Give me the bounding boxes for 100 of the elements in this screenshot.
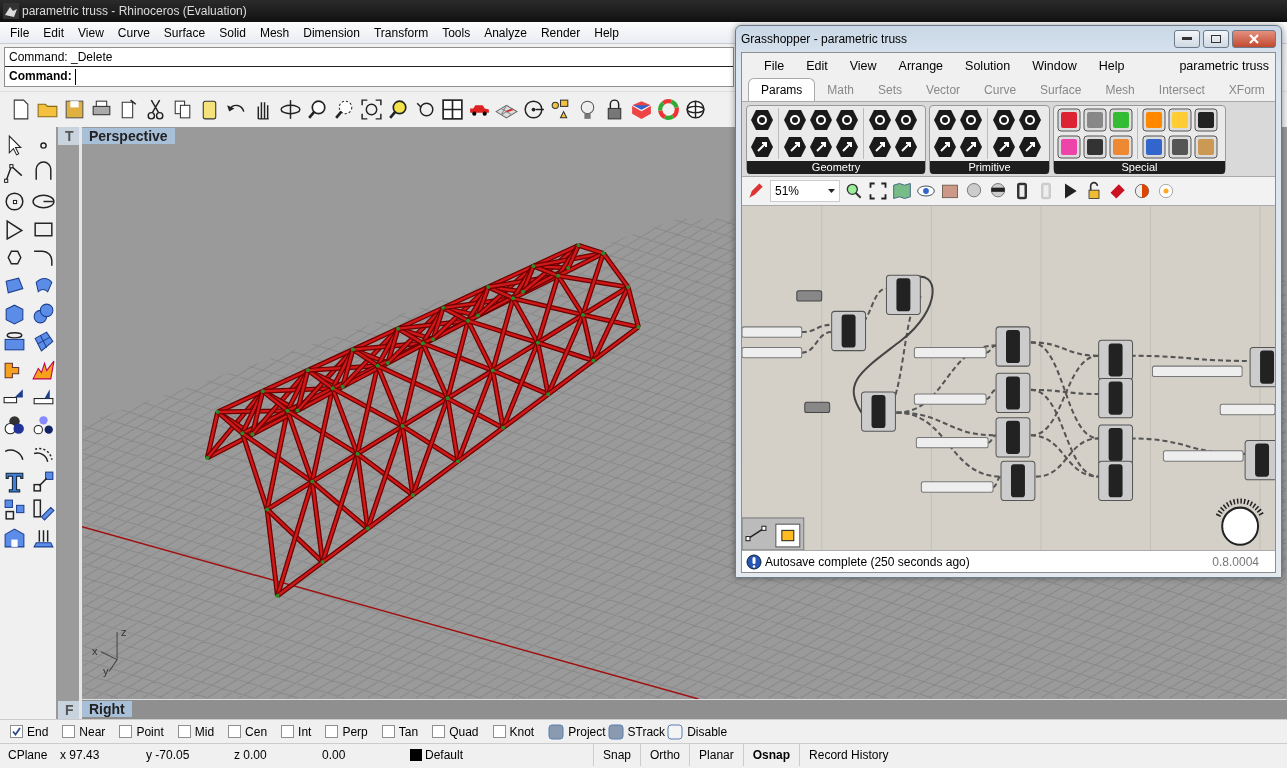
param-hexagon-icon[interactable] (750, 135, 774, 159)
color-wheel-icon[interactable] (656, 97, 681, 122)
param-node[interactable] (796, 290, 823, 302)
slider-node[interactable] (913, 347, 987, 359)
checkbox[interactable] (492, 725, 506, 738)
checkbox[interactable] (381, 725, 395, 738)
component-node[interactable] (995, 417, 1031, 458)
param-hexagon-icon[interactable] (1018, 135, 1042, 159)
component-node[interactable] (1098, 339, 1134, 381)
maximize-button[interactable] (1203, 30, 1229, 48)
component-tile-icon[interactable] (1057, 135, 1081, 159)
map-icon[interactable] (892, 181, 912, 201)
spheres-icon[interactable] (31, 301, 56, 326)
component-tile-icon[interactable] (1168, 135, 1192, 159)
menu-item[interactable]: File (764, 56, 785, 76)
param-hexagon-icon[interactable] (933, 108, 957, 132)
component-tile-icon[interactable] (1194, 108, 1218, 132)
skew-icon[interactable] (31, 497, 56, 522)
point-circle-icon[interactable] (521, 97, 546, 122)
scale-icon[interactable] (31, 469, 56, 494)
slider-node[interactable] (1162, 450, 1244, 462)
param-hexagon-icon[interactable] (868, 108, 892, 132)
checkbox[interactable] (10, 725, 23, 738)
checkbox[interactable] (281, 725, 295, 738)
param-node[interactable] (804, 401, 831, 414)
component-node[interactable] (995, 326, 1031, 367)
zoom-icon[interactable] (844, 181, 864, 201)
frame-icon[interactable] (868, 181, 888, 201)
menu-item[interactable]: Mesh (252, 23, 297, 42)
component-tile-icon[interactable] (1168, 108, 1192, 132)
slider-node[interactable] (920, 481, 994, 493)
component-node[interactable] (995, 372, 1031, 414)
slider-node[interactable] (1219, 403, 1275, 416)
component-node[interactable] (1244, 440, 1275, 481)
param-hexagon-icon[interactable] (894, 108, 918, 132)
slider-node[interactable] (1151, 365, 1243, 377)
menu-item[interactable]: Solid (212, 23, 253, 42)
menu-item[interactable]: View (71, 23, 111, 42)
menu-item[interactable]: Tools (435, 23, 478, 42)
menu-item[interactable]: View (849, 56, 877, 76)
component-tile-icon[interactable] (1142, 135, 1166, 159)
zoom-dropdown[interactable]: 51% (770, 180, 840, 202)
param-hexagon-icon[interactable] (894, 135, 918, 159)
viewport-tab[interactable]: F (58, 701, 79, 719)
menu-item[interactable]: Dimension (296, 23, 367, 42)
component-node[interactable] (1000, 460, 1036, 501)
param-hexagon-icon[interactable] (835, 108, 859, 132)
ribbon-tab[interactable]: Params (748, 78, 816, 101)
slider-node[interactable] (915, 436, 989, 449)
component-tile-icon[interactable] (1083, 108, 1107, 132)
viewport-tab[interactable]: Perspective (82, 128, 175, 144)
menu-item[interactable]: Solution (965, 56, 1011, 76)
component-node[interactable] (1249, 347, 1275, 388)
menu-item[interactable]: Help (1098, 56, 1125, 76)
circle-icon[interactable] (2, 189, 27, 214)
component-node[interactable] (831, 310, 867, 352)
viewport-tab[interactable]: Right (82, 701, 132, 717)
checkbox[interactable] (432, 725, 446, 738)
toggle-checkbox[interactable] (667, 723, 684, 740)
param-hexagon-icon[interactable] (835, 135, 859, 159)
checkbox[interactable] (119, 725, 133, 738)
toggle-checkbox[interactable] (548, 723, 565, 740)
squares-icon[interactable] (2, 497, 27, 522)
menu-item[interactable]: Analyze (477, 23, 534, 42)
viewport-tab[interactable]: T (58, 127, 79, 145)
param-hexagon-icon[interactable] (992, 108, 1016, 132)
component-node[interactable] (1098, 460, 1134, 501)
curve-tool-icon[interactable] (745, 525, 767, 542)
component-tile-icon[interactable] (1109, 108, 1133, 132)
slider-node[interactable] (742, 326, 803, 338)
status-pane[interactable]: Ortho (640, 743, 690, 766)
slider-node[interactable] (742, 347, 803, 359)
mesh-icon[interactable] (31, 329, 56, 354)
param-hexagon-icon[interactable] (868, 135, 892, 159)
component-tile-icon[interactable] (1109, 135, 1133, 159)
checkbox[interactable] (228, 725, 242, 738)
zoom-extents-icon[interactable] (359, 97, 384, 122)
menu-item[interactable]: Edit (36, 23, 72, 42)
layer-name[interactable]: Default (425, 745, 593, 764)
component-tile-icon[interactable] (1057, 108, 1081, 132)
param-hexagon-icon[interactable] (1018, 108, 1042, 132)
menu-item[interactable]: Curve (110, 23, 157, 42)
zoom-dial[interactable] (1215, 498, 1265, 546)
menu-item[interactable]: Window (1032, 56, 1077, 76)
status-pane[interactable]: Planar (689, 743, 743, 766)
component-icon[interactable] (775, 523, 801, 548)
menu-item[interactable]: Transform (366, 23, 436, 42)
param-hexagon-icon[interactable] (783, 135, 807, 159)
minimize-button[interactable] (1174, 30, 1200, 48)
box-icon[interactable] (2, 525, 27, 550)
viewports-icon[interactable] (440, 97, 465, 122)
menu-item[interactable]: Arrange (898, 56, 944, 76)
param-hexagon-icon[interactable] (809, 135, 833, 159)
half-circle-icon[interactable] (1132, 181, 1152, 201)
toggle-checkbox[interactable] (607, 723, 624, 740)
status-pane[interactable]: Osnap (742, 743, 800, 766)
sphere-icon[interactable] (683, 97, 708, 122)
param-hexagon-icon[interactable] (959, 135, 983, 159)
component-node[interactable] (861, 391, 896, 432)
component-node[interactable] (1098, 378, 1134, 419)
